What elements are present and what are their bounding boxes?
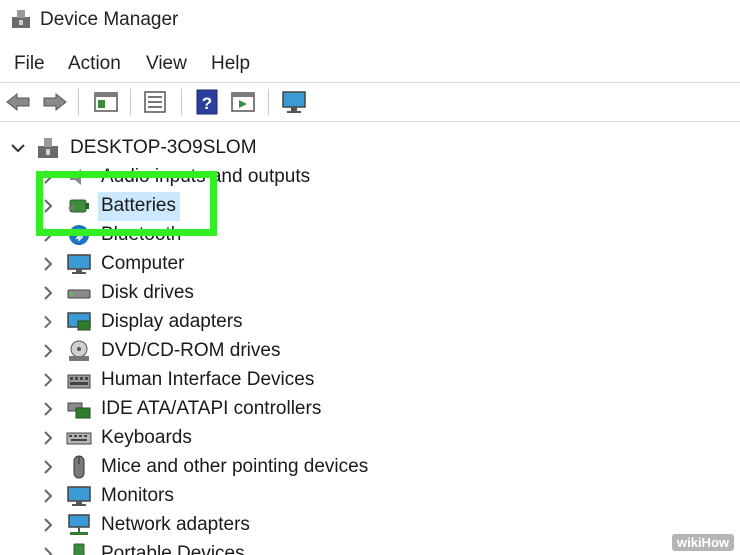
window-title: Device Manager — [40, 9, 179, 30]
hid-icon — [67, 374, 91, 389]
forward-icon[interactable] — [41, 88, 69, 116]
chevron-right-icon[interactable] — [40, 285, 56, 301]
disk-drive-icon — [67, 289, 91, 299]
mouse-icon — [73, 455, 85, 479]
tree-item-label: Portable Devices — [101, 543, 245, 555]
device-tree: DESKTOP-3O9SLOM Audio inputs and outputs… — [0, 122, 740, 555]
tree-item-hid[interactable]: Human Interface Devices — [0, 366, 740, 395]
menu-bar: File Action View Help — [0, 44, 740, 83]
display-adapter-icon — [67, 312, 91, 331]
svg-text:?: ? — [202, 94, 212, 113]
toolbar-separator — [181, 89, 182, 115]
chevron-right-icon[interactable] — [40, 314, 56, 330]
computer-root-icon — [38, 138, 58, 158]
chevron-right-icon[interactable] — [40, 343, 56, 359]
chevron-right-icon[interactable] — [40, 459, 56, 475]
scan-hardware-icon[interactable] — [280, 88, 308, 116]
tree-item-computer[interactable]: Computer — [0, 250, 740, 279]
bluetooth-icon — [69, 225, 89, 245]
tree-item-label: Monitors — [101, 485, 174, 506]
tree-item-monitors[interactable]: Monitors — [0, 482, 740, 511]
chevron-right-icon[interactable] — [40, 256, 56, 272]
menu-file[interactable]: File — [14, 53, 45, 75]
tree-item-audio[interactable]: Audio inputs and outputs — [0, 163, 740, 192]
tree-item-label: Keyboards — [101, 427, 192, 448]
toolbar-separator — [268, 89, 269, 115]
tree-item-label: Display adapters — [101, 311, 243, 332]
ide-controller-icon — [67, 402, 91, 419]
chevron-right-icon[interactable] — [40, 169, 56, 185]
network-adapter-icon — [68, 514, 90, 535]
tree-item-label: Bluetooth — [101, 224, 182, 245]
tree-item-ide[interactable]: IDE ATA/ATAPI controllers — [0, 395, 740, 424]
tree-item-label: Network adapters — [101, 514, 250, 535]
speaker-icon — [70, 169, 81, 185]
monitor-icon — [67, 486, 91, 506]
tree-item-dvd-drives[interactable]: DVD/CD-ROM drives — [0, 337, 740, 366]
chevron-right-icon[interactable] — [40, 401, 56, 417]
battery-icon — [68, 199, 89, 213]
tree-item-portable-devices[interactable]: Portable Devices — [0, 540, 740, 555]
properties-icon[interactable] — [141, 88, 169, 116]
tree-item-keyboards[interactable]: Keyboards — [0, 424, 740, 453]
device-manager-icon — [12, 10, 30, 28]
tree-item-network-adapters[interactable]: Network adapters — [0, 511, 740, 540]
toolbar-separator — [130, 89, 131, 115]
tree-item-label: Mice and other pointing devices — [101, 456, 369, 477]
toolbar-separator — [78, 89, 79, 115]
tree-item-display-adapters[interactable]: Display adapters — [0, 308, 740, 337]
tree-item-bluetooth[interactable]: Bluetooth — [0, 221, 740, 250]
chevron-right-icon[interactable] — [40, 372, 56, 388]
chevron-down-icon[interactable] — [10, 140, 26, 156]
chevron-right-icon[interactable] — [40, 430, 56, 446]
chevron-right-icon[interactable] — [40, 546, 56, 555]
tree-item-label: Computer — [101, 253, 185, 274]
menu-action[interactable]: Action — [68, 53, 121, 75]
tree-item-label: IDE ATA/ATAPI controllers — [101, 398, 322, 419]
keyboard-icon — [66, 432, 92, 445]
tree-item-mice[interactable]: Mice and other pointing devices — [0, 453, 740, 482]
root-label: DESKTOP-3O9SLOM — [70, 137, 257, 158]
watermark: wikiHow — [671, 534, 734, 551]
menu-help[interactable]: Help — [211, 53, 250, 75]
chevron-right-icon[interactable] — [40, 227, 56, 243]
tree-item-disk-drives[interactable]: Disk drives — [0, 279, 740, 308]
title-bar: Device Manager — [0, 0, 740, 44]
help-icon[interactable]: ? — [193, 88, 221, 116]
tree-root[interactable]: DESKTOP-3O9SLOM — [0, 134, 740, 163]
tree-item-label: DVD/CD-ROM drives — [101, 340, 281, 361]
menu-view[interactable]: View — [146, 53, 187, 75]
tree-item-label: Batteries — [101, 195, 176, 216]
action-pane-icon[interactable] — [229, 88, 257, 116]
chevron-right-icon[interactable] — [40, 517, 56, 533]
toolbar: ? — [0, 83, 740, 122]
chevron-right-icon[interactable] — [40, 488, 56, 504]
back-icon[interactable] — [4, 88, 32, 116]
tree-item-label: Audio inputs and outputs — [101, 166, 311, 187]
console-tree-icon[interactable] — [92, 88, 120, 116]
dvd-drive-icon — [69, 340, 89, 361]
tree-item-label: Human Interface Devices — [101, 369, 315, 390]
monitor-icon — [67, 254, 91, 274]
tree-item-batteries[interactable]: Batteries — [0, 192, 740, 221]
portable-device-icon — [73, 543, 85, 555]
chevron-right-icon[interactable] — [40, 198, 56, 214]
tree-item-label: Disk drives — [101, 282, 194, 303]
